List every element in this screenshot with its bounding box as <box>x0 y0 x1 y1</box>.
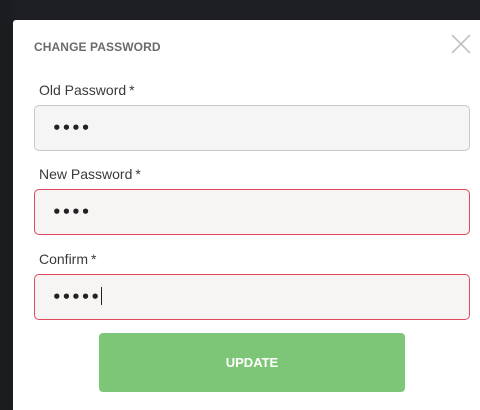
required-mark: * <box>91 251 97 267</box>
required-mark: * <box>129 82 135 98</box>
close-icon <box>451 34 471 54</box>
new-password-label: New Password * <box>39 166 141 182</box>
backdrop-left-strip <box>0 0 13 410</box>
backdrop-top-strip <box>0 0 480 20</box>
old-password-label: Old Password * <box>39 82 135 98</box>
new-password-label-text: New Password <box>39 166 133 182</box>
dialog-title: CHANGE PASSWORD <box>34 40 161 54</box>
required-mark: * <box>135 166 141 182</box>
change-password-dialog: CHANGE PASSWORD Old Password * •••• New P… <box>13 20 480 410</box>
confirm-password-input[interactable] <box>34 274 470 320</box>
new-password-input[interactable] <box>34 189 470 235</box>
confirm-password-label-text: Confirm <box>39 251 89 267</box>
close-button[interactable] <box>449 32 473 56</box>
old-password-input[interactable] <box>34 105 470 151</box>
confirm-password-label: Confirm * <box>39 251 96 267</box>
old-password-label-text: Old Password <box>39 82 127 98</box>
update-button[interactable]: UPDATE <box>99 333 405 392</box>
